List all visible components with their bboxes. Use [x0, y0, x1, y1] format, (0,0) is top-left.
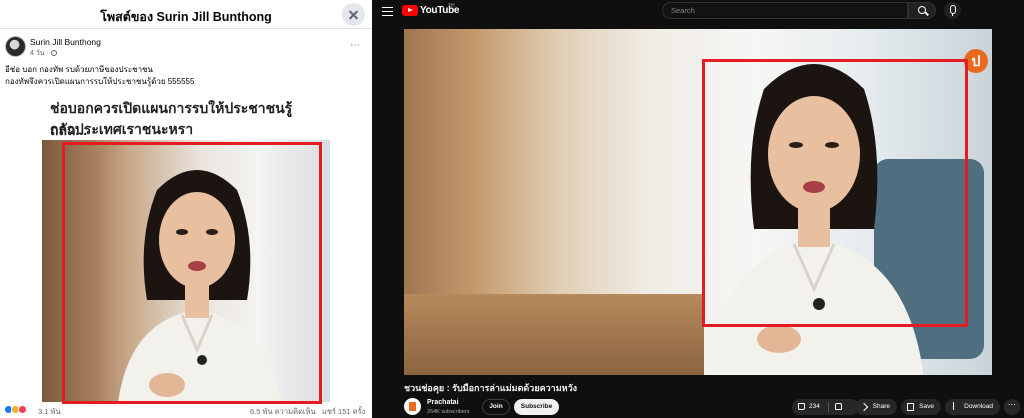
- download-button[interactable]: Download: [945, 399, 1000, 415]
- reactions-icons[interactable]: [4, 405, 27, 416]
- divider: [828, 402, 829, 412]
- post-time-text: 4 วัน ·: [30, 50, 49, 57]
- share-button[interactable]: Share: [855, 399, 897, 415]
- post-time[interactable]: 4 วัน ·: [30, 48, 57, 59]
- video-player[interactable]: ป: [404, 29, 992, 375]
- globe-icon: [50, 50, 57, 57]
- desk-background: [404, 294, 704, 375]
- thumbs-up-icon[interactable]: [798, 403, 805, 410]
- share-label: Share: [872, 403, 890, 410]
- avatar[interactable]: [5, 36, 26, 57]
- join-button[interactable]: Join: [482, 399, 510, 415]
- hamburger-menu-icon[interactable]: [382, 7, 393, 16]
- more-actions-icon[interactable]: ⋯: [1004, 399, 1020, 415]
- share-icon: [859, 402, 869, 412]
- save-button[interactable]: Save: [901, 399, 941, 415]
- youtube-panel: YouTube TH Search ป ชวนช่อคุย: รับมือกา…: [372, 0, 1024, 418]
- close-icon[interactable]: [342, 3, 365, 26]
- post-footer: 3.1 พัน 6.5 พัน ความคิดเห็น แชร์ 151 ครั…: [0, 402, 372, 418]
- channel-name[interactable]: Prachatai: [427, 399, 459, 406]
- facebook-post-panel: โพสต์ของ Surin Jill Bunthong Surin Jill …: [0, 0, 372, 418]
- country-code: TH: [448, 3, 455, 9]
- shared-image-caption: ช่อบอกควรเปิดแผนการรบให้ประชาชนรู้ ถถถ..…: [44, 90, 330, 140]
- post-author[interactable]: Surin Jill Bunthong: [30, 37, 101, 47]
- video-title: ชวนช่อคุย : รับมือการล่าแม่มดด้วยความหวั…: [404, 383, 578, 393]
- highlight-box: [702, 59, 968, 327]
- search-icon[interactable]: [908, 2, 936, 19]
- microphone-icon[interactable]: [944, 2, 961, 19]
- shared-headline-line-2: กลัวประเทศเราชนะหรา: [50, 121, 194, 137]
- like-count[interactable]: 234: [809, 399, 820, 415]
- post-dialog-title: โพสต์ของ Surin Jill Bunthong: [100, 10, 272, 24]
- subscriber-count: 264K subscribers: [427, 409, 470, 415]
- more-options-icon[interactable]: ⋯: [350, 40, 361, 51]
- highlight-box: [62, 142, 322, 404]
- channel-avatar[interactable]: [404, 398, 421, 415]
- post-text-line-2: กองทัพจึงควรเปิดแผนการรบให้ประชาชนรู้ด้ว…: [5, 77, 195, 86]
- youtube-logo-icon[interactable]: [402, 5, 418, 16]
- post-header: โพสต์ของ Surin Jill Bunthong: [0, 0, 372, 29]
- reactions-count[interactable]: 3.1 พัน: [38, 406, 61, 418]
- comments-count[interactable]: 6.5 พัน ความคิดเห็น: [250, 406, 316, 418]
- search-input[interactable]: Search: [662, 2, 908, 19]
- love-reaction-icon: [18, 405, 27, 414]
- thumbs-down-icon[interactable]: [835, 403, 842, 410]
- subscribe-button[interactable]: Subscribe: [514, 399, 559, 415]
- like-dislike-group: 234: [792, 399, 859, 415]
- save-label: Save: [919, 403, 934, 410]
- save-icon: [907, 403, 914, 411]
- download-icon: [953, 402, 955, 410]
- download-label: Download: [964, 403, 993, 410]
- shares-count[interactable]: แชร์ 151 ครั้ง: [322, 406, 365, 418]
